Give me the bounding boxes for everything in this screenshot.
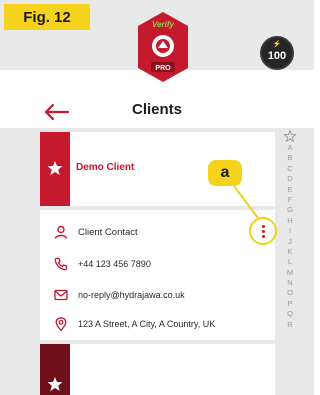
logo-pro-label: PRO	[155, 65, 171, 72]
contact-phone-row[interactable]: +44 123 456 7890	[54, 256, 151, 272]
alphabet-letter[interactable]: J	[280, 237, 300, 247]
verify-pro-logo: Verify PRO	[134, 10, 192, 94]
contact-address: 123 A Street, A City, A Country, UK	[78, 319, 216, 329]
more-options-button[interactable]	[249, 217, 277, 245]
client-card[interactable]	[40, 344, 275, 395]
contact-address-row[interactable]: 123 A Street, A City, A Country, UK	[54, 316, 215, 332]
logo-wordmark: Verify	[152, 20, 174, 29]
location-pin-icon	[55, 317, 67, 331]
star-icon[interactable]	[47, 376, 63, 392]
page-title: Clients	[131, 101, 182, 118]
contact-email-row[interactable]: no-reply@hydrajawa.co.uk	[54, 287, 185, 303]
contact-name: Client Contact	[78, 226, 138, 238]
alphabet-letter[interactable]: L	[280, 257, 300, 267]
kebab-dot	[261, 234, 265, 238]
star-icon[interactable]	[47, 160, 63, 176]
alphabet-letter[interactable]: I	[280, 226, 300, 236]
alphabet-letter[interactable]: R	[280, 320, 300, 330]
figure-label: Fig. 12	[4, 4, 90, 30]
alphabet-letter[interactable]: N	[280, 278, 300, 288]
alphabet-letter[interactable]: P	[280, 299, 300, 309]
alphabet-letter[interactable]: G	[280, 205, 300, 215]
alphabet-letter[interactable]: F	[280, 195, 300, 205]
contact-email: no-reply@hydrajawa.co.uk	[78, 290, 185, 300]
callout-badge: a	[208, 160, 242, 186]
alphabet-index[interactable]: A B C D E F G H I J K L M N O P Q R	[280, 130, 300, 395]
kebab-dot	[261, 224, 265, 228]
score-value: 100	[267, 49, 287, 62]
alphabet-letter[interactable]: O	[280, 288, 300, 298]
person-icon	[54, 225, 68, 239]
envelope-icon	[54, 289, 68, 301]
alphabet-letter[interactable]: B	[280, 153, 300, 163]
alphabet-letter[interactable]: C	[280, 164, 300, 174]
contact-phone: +44 123 456 7890	[78, 259, 151, 269]
alphabet-letter[interactable]: D	[280, 174, 300, 184]
client-contact-details: Client Contact +44 123 456 7890 no-reply…	[40, 210, 275, 340]
kebab-dot	[261, 229, 265, 233]
alphabet-letter[interactable]: H	[280, 216, 300, 226]
alphabet-letter[interactable]: M	[280, 268, 300, 278]
alphabet-letter[interactable]: E	[280, 185, 300, 195]
score-badge[interactable]: ⚡ 100	[260, 36, 294, 70]
alphabet-letter[interactable]: Q	[280, 309, 300, 319]
alphabet-letter[interactable]: A	[280, 143, 300, 153]
favorites-star-icon[interactable]	[284, 130, 296, 142]
lightning-icon: ⚡	[272, 41, 282, 48]
phone-icon	[54, 257, 68, 271]
client-name: Demo Client	[76, 162, 135, 173]
alphabet-letter[interactable]: K	[280, 247, 300, 257]
contact-name-row: Client Contact	[54, 224, 138, 240]
